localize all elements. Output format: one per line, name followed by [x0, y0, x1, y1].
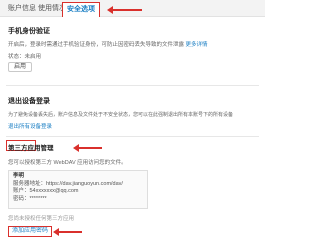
more-details-link[interactable]: 更多详情	[186, 42, 208, 48]
logout-title: 退出设备登录	[8, 98, 50, 105]
divider	[6, 85, 259, 86]
app-name: 李明	[13, 173, 25, 179]
phone-verify-desc-text: 开启后，登录时需通过手机验证身份，可防止因密码丢失导致的文件泄露	[8, 42, 185, 48]
no-apps-note: 您尚未授权任何第三方应用	[8, 216, 75, 222]
logout-desc: 为了避免设备丢失后，账户信息及文件处于不安全状态，您可以在此强制退出所有本账号下…	[8, 112, 234, 118]
app-credentials-card: 李明 服务器地址：https://dav.jianguoyun.com/dav/…	[8, 170, 148, 209]
phone-verify-desc: 开启后，登录时需通过手机验证身份，可防止因密码丢失导致的文件泄露 更多详情	[8, 40, 208, 48]
phone-verify-title: 手机身份验证	[8, 28, 50, 35]
enable-button[interactable]: 启用	[8, 62, 33, 72]
add-app-password-button[interactable]: 添加应用密码	[8, 226, 52, 237]
annotation-arrow-add	[53, 228, 82, 236]
phone-verify-status: 状态：未启用	[8, 54, 42, 60]
tab-security[interactable]: 安全选项	[62, 2, 100, 17]
annotation-arrow-third-party	[73, 144, 102, 152]
annotation-arrow-tab	[107, 6, 142, 14]
third-party-desc: 您可以授权第三方 WebDAV 应用访问您的文件。	[8, 160, 127, 166]
third-party-title: 第三方应用管理	[8, 145, 54, 152]
divider	[6, 136, 259, 137]
logout-all-link[interactable]: 退出所有设备登录	[8, 122, 52, 130]
password: 密码：********	[13, 195, 47, 202]
account: 账户：54xxxxxxx@qq.com	[13, 188, 79, 194]
server-address: 服务器地址：https://dav.jianguoyun.com/dav/	[13, 180, 123, 187]
